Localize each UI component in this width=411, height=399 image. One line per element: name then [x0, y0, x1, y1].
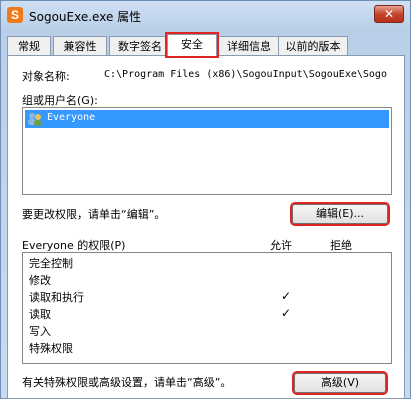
tab-compatibility[interactable]: 兼容性 [53, 36, 107, 55]
close-button[interactable]: ✕ [374, 5, 404, 23]
deny-header: 拒绝 [330, 239, 352, 252]
permission-name: 完全控制 [29, 257, 73, 270]
allow-check-read-execute: ✓ [281, 289, 292, 303]
advanced-button[interactable]: 高级(V) [292, 371, 388, 395]
tab-details[interactable]: 详细信息 [218, 36, 280, 55]
window-title: SogouExe.exe 属性 [29, 10, 142, 24]
change-permission-text: 要更改权限，请单击“编辑”。 [22, 208, 166, 221]
permission-row: 修改 [29, 272, 51, 289]
permission-row: 特殊权限 [29, 340, 73, 357]
security-panel: 对象名称: C:\Program Files (x86)\SogouInput\… [7, 55, 405, 399]
object-name-label: 对象名称: [22, 70, 70, 83]
object-name-value: C:\Program Files (x86)\SogouInput\SogouE… [104, 69, 387, 80]
groups-listbox[interactable]: Everyone [22, 107, 392, 195]
list-item-everyone[interactable]: Everyone [25, 110, 389, 128]
advanced-text: 有关特殊权限或高级设置，请单击“高级”。 [22, 376, 232, 389]
permissions-list[interactable]: 完全控制 修改 读取和执行 读取 写入 特殊权限 ✓ ✓ [22, 252, 392, 364]
permission-row: 读取 [29, 306, 51, 323]
allow-check-read: ✓ [281, 306, 292, 320]
tab-previous-versions[interactable]: 以前的版本 [278, 36, 348, 55]
allow-header: 允许 [270, 239, 292, 252]
permission-row: 完全控制 [29, 255, 73, 272]
edit-button[interactable]: 编辑(E)... [290, 202, 390, 226]
tab-security[interactable]: 安全 [165, 32, 219, 58]
groups-label: 组或用户名(G): [22, 94, 98, 107]
users-icon [28, 113, 42, 126]
permission-name: 读取 [29, 308, 51, 321]
group-name: Everyone [47, 112, 96, 123]
properties-window: S SogouExe.exe 属性 ✕ 常规 兼容性 数字签名 安全 详细信息 … [0, 0, 411, 399]
sogou-app-icon: S [7, 7, 23, 23]
permission-row: 读取和执行 [29, 289, 84, 306]
permission-name: 读取和执行 [29, 291, 84, 304]
permission-name: 特殊权限 [29, 342, 73, 355]
permissions-header: Everyone 的权限(P) [22, 239, 126, 252]
permission-name: 写入 [29, 325, 51, 338]
title-bar[interactable]: S SogouExe.exe 属性 ✕ [1, 1, 410, 31]
tab-digital-signatures[interactable]: 数字签名 [109, 36, 171, 55]
permission-name: 修改 [29, 274, 51, 287]
tab-general[interactable]: 常规 [7, 36, 51, 55]
permission-row: 写入 [29, 323, 51, 340]
